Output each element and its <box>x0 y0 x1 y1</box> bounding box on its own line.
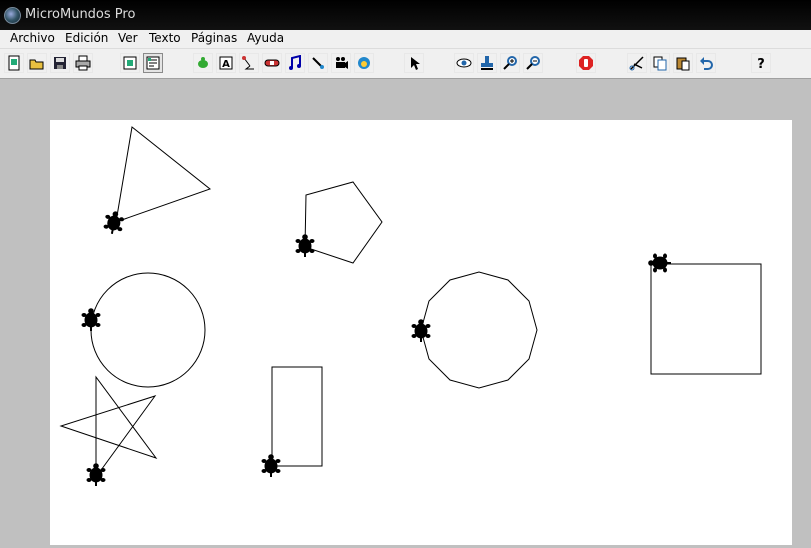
sound-icon <box>312 57 324 69</box>
new-turtle-button[interactable] <box>193 53 213 73</box>
title-bar: MicroMundos Pro <box>0 0 811 30</box>
save-icon <box>54 57 66 69</box>
triangle-shape <box>115 126 212 223</box>
svg-text:?: ? <box>757 57 765 71</box>
open-button[interactable] <box>27 53 47 73</box>
zoom-out-icon <box>526 56 540 70</box>
text-box-button[interactable]: A <box>216 53 236 73</box>
pointer-icon <box>411 57 420 70</box>
turtle-icon[interactable] <box>80 307 102 332</box>
circle-shape <box>90 272 206 388</box>
turtle-icon[interactable] <box>410 318 432 343</box>
paste-icon <box>676 57 690 71</box>
drawing-canvas <box>59 126 762 487</box>
drawing-page[interactable] <box>50 120 792 545</box>
menu-bar: Archivo Edición Ver Texto Páginas Ayuda <box>0 30 811 49</box>
turtle-icon[interactable] <box>85 462 107 487</box>
help-button[interactable]: ? <box>751 53 771 73</box>
text-box-icon: A <box>219 56 233 70</box>
open-icon <box>29 59 44 70</box>
menu-ayuda[interactable]: Ayuda <box>247 31 284 45</box>
help-icon: ? <box>757 57 765 71</box>
svg-text:A: A <box>222 59 230 70</box>
copy-button[interactable] <box>650 53 670 73</box>
zoom-in-icon <box>503 56 517 70</box>
dodecagon-shape <box>420 271 538 389</box>
rectangle-shape <box>271 366 323 467</box>
turtle-icon[interactable] <box>294 233 316 258</box>
square-shape <box>650 263 762 375</box>
stop-icon <box>579 56 593 70</box>
menu-ver[interactable]: Ver <box>118 31 138 45</box>
menu-archivo[interactable]: Archivo <box>10 31 55 45</box>
stamp-icon <box>481 56 493 70</box>
save-button[interactable] <box>50 53 70 73</box>
paste-button[interactable] <box>673 53 693 73</box>
zoom-in-button[interactable] <box>500 53 520 73</box>
pointer-button[interactable] <box>404 53 424 73</box>
print-icon <box>75 55 91 71</box>
menu-edicion[interactable]: Edición <box>65 31 108 45</box>
stamp-button[interactable] <box>477 53 497 73</box>
new-page-button[interactable] <box>4 53 24 73</box>
page-view-icon <box>123 56 137 70</box>
stop-button[interactable] <box>576 53 596 73</box>
video-icon <box>336 57 348 69</box>
sound-button[interactable] <box>308 53 328 73</box>
music-icon <box>289 55 301 70</box>
menu-texto[interactable]: Texto <box>149 31 181 45</box>
eye-icon <box>456 58 472 68</box>
zoom-out-button[interactable] <box>523 53 543 73</box>
button-tool-icon <box>242 56 254 70</box>
undo-icon <box>700 57 713 70</box>
pentagon-shape <box>304 181 383 264</box>
new-page-icon <box>8 55 20 71</box>
turtle-icon[interactable] <box>101 208 127 237</box>
video-button[interactable] <box>331 53 351 73</box>
music-button[interactable] <box>285 53 305 73</box>
window-title: MicroMundos Pro <box>25 7 136 22</box>
undo-button[interactable] <box>696 53 716 73</box>
star-shape <box>59 375 158 479</box>
button-tool-button[interactable] <box>239 53 259 73</box>
app-logo-icon <box>4 7 21 24</box>
paint-tools-icon <box>358 57 370 69</box>
paint-tools-button[interactable] <box>354 53 374 73</box>
eye-button[interactable] <box>454 53 474 73</box>
copy-icon <box>653 56 667 71</box>
print-button[interactable] <box>73 53 93 73</box>
procedures-button[interactable] <box>143 53 163 73</box>
slider-icon <box>264 59 280 67</box>
procedures-icon <box>146 56 160 70</box>
toolbar: A ? <box>0 49 811 79</box>
turtle-icon[interactable] <box>647 252 672 274</box>
cut-button[interactable] <box>627 53 647 73</box>
menu-paginas[interactable]: Páginas <box>191 31 237 45</box>
cut-icon <box>629 56 644 71</box>
slider-button[interactable] <box>262 53 282 73</box>
page-view-button[interactable] <box>120 53 140 73</box>
new-turtle-icon <box>198 57 208 68</box>
